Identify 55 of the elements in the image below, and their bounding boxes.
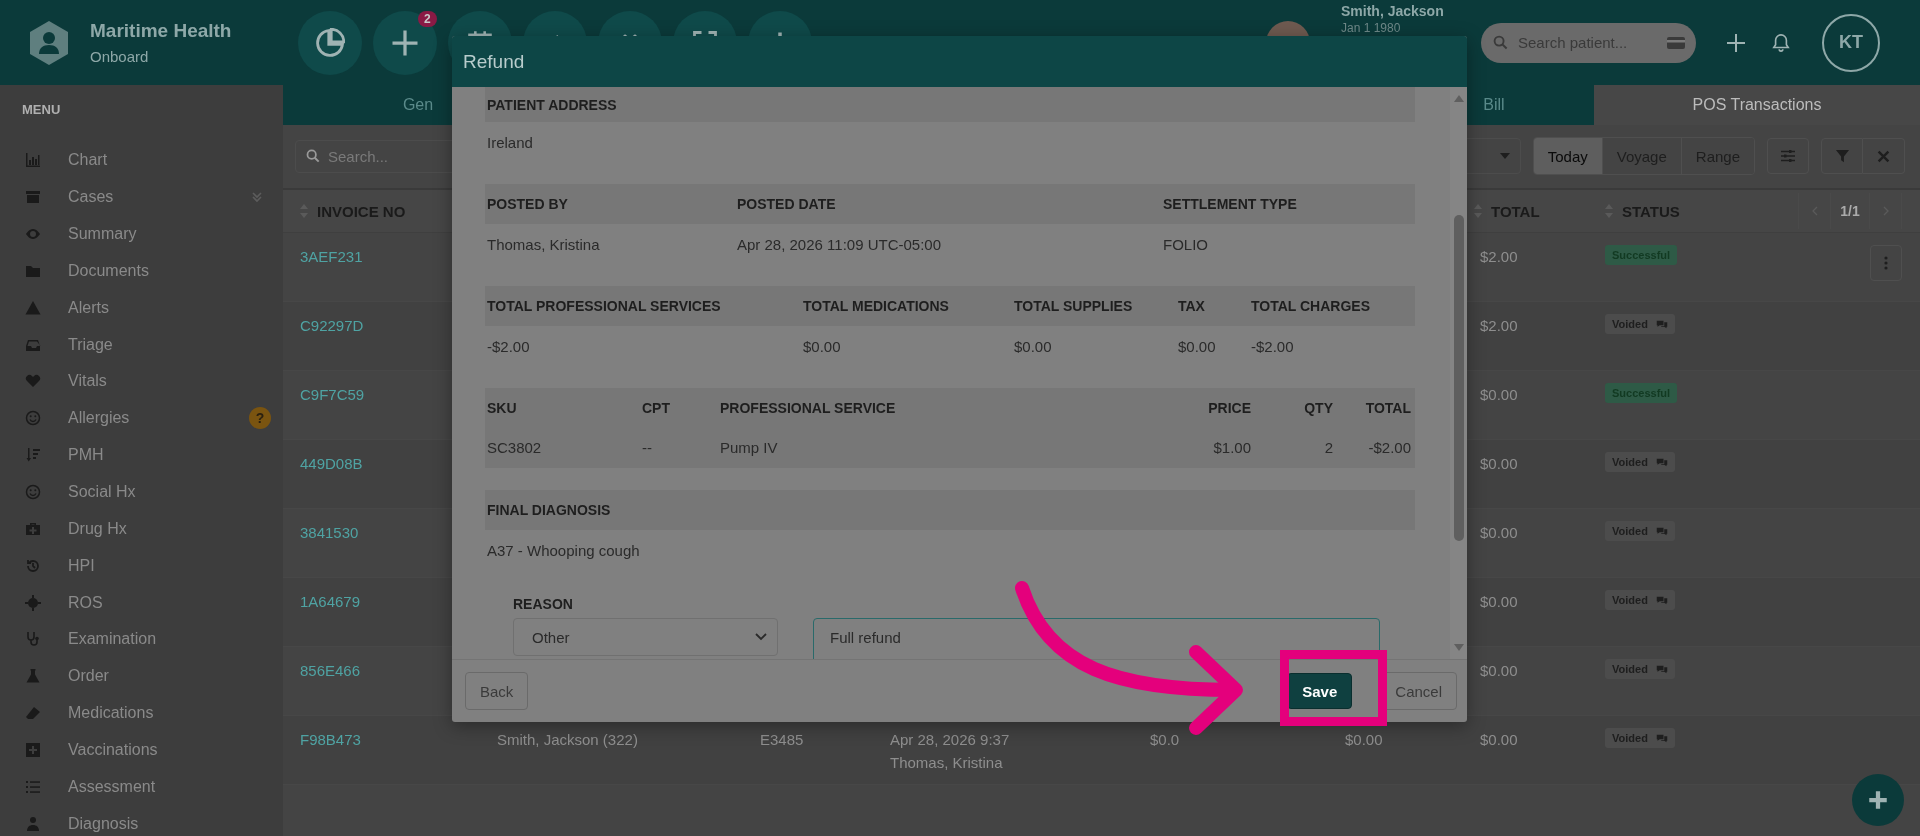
field-value: -$2.00 <box>487 337 531 355</box>
total-cell-text: $0.00 <box>1480 386 1519 403</box>
table-cell-text: $0.00 <box>1345 731 1384 748</box>
total-cell-text: $0.00 <box>1480 731 1519 748</box>
field-label: SETTLEMENT TYPE <box>1163 196 1298 212</box>
dialog-title: Refund <box>463 50 525 73</box>
field-label: TOTAL MEDICATIONS <box>803 298 950 314</box>
field-label: FINAL DIAGNOSIS <box>487 502 612 518</box>
total-cell-text: $0.00 <box>1480 593 1519 610</box>
table-cell-text: Thomas, Kristina <box>890 754 1004 771</box>
page-indicator: 1/1 <box>1831 193 1870 229</box>
field-value: -$2.00 <box>1367 439 1411 457</box>
total-cell-text: $0.00 <box>1480 662 1519 679</box>
total-cell-text: $0.00 <box>1480 455 1519 472</box>
field-value: Thomas, Kristina <box>487 235 601 253</box>
table-cell-text: $0.0 <box>1150 731 1181 748</box>
field-label: TAX <box>1178 298 1206 314</box>
total-cell-text: $0.00 <box>1480 524 1519 541</box>
field-value: SC3802 <box>487 439 543 457</box>
field-label: QTY <box>1303 399 1333 416</box>
field-value: $1.00 <box>1212 439 1251 457</box>
field-value: Apr 28, 2026 11:09 UTC-05:00 <box>737 235 943 253</box>
total-cell-text: $2.00 <box>1480 248 1519 265</box>
total-cell-text: $2.00 <box>1480 317 1519 334</box>
field-value: $0.00 <box>803 337 842 355</box>
field-value: 2 <box>1323 439 1333 457</box>
patient-dob: Jan 1 1980 <box>1341 20 1402 35</box>
table-cell-text: E3485 <box>760 731 805 748</box>
field-label: TOTAL CHARGES <box>1251 298 1371 314</box>
app-name: Maritime Health <box>90 20 233 42</box>
field-value: FOLIO <box>1163 235 1209 253</box>
field-value: Pump IV <box>720 439 779 457</box>
app-subtitle: Onboard <box>90 48 150 65</box>
field-label: PATIENT ADDRESS <box>487 96 618 113</box>
field-value: -- <box>642 439 653 457</box>
field-label: TOTAL PROFESSIONAL SERVICES <box>487 298 722 314</box>
menu-title: MENU <box>21 101 62 119</box>
field-value: A37 - Whooping cough <box>487 541 641 559</box>
field-label: POSTED DATE <box>737 196 837 212</box>
field-label: POSTED BY <box>487 196 569 212</box>
field-label: TOTAL <box>1364 399 1411 416</box>
field-label: CPT <box>642 399 671 416</box>
field-value: $0.00 <box>1178 337 1217 355</box>
notification-badge: 2 <box>418 10 437 27</box>
reason-label: REASON <box>513 596 574 612</box>
table-cell-text: Apr 28, 2026 9:37 <box>890 731 1011 748</box>
field-value: $0.00 <box>1014 337 1053 355</box>
patient-name: Smith, Jackson <box>1341 2 1445 19</box>
field-value: -$2.00 <box>1251 337 1295 355</box>
help-badge: ? <box>249 407 271 430</box>
field-label: TOTAL SUPPLIES <box>1014 298 1134 314</box>
field-label: PROFESSIONAL SERVICE <box>720 399 897 416</box>
table-cell-text: Smith, Jackson (322) <box>497 731 639 748</box>
field-label: SKU <box>487 399 518 416</box>
field-label: PRICE <box>1207 399 1251 416</box>
